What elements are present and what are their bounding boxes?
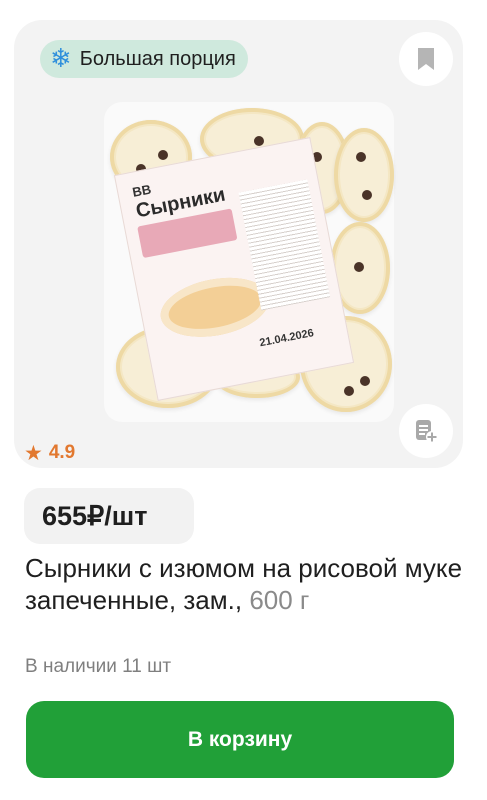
- promo-badge: ❄ Большая порция: [40, 40, 248, 78]
- product-weight: 600 г: [249, 585, 310, 615]
- product-image-card[interactable]: ❄ Большая порция BB Сырники 21.04.2026: [14, 20, 463, 468]
- shopping-list-add-icon: [416, 420, 438, 443]
- rating-value: 4.9: [48, 442, 76, 463]
- bookmark-icon: [418, 48, 434, 70]
- product-price: 655₽/шт: [24, 488, 194, 544]
- badge-label: Большая порция: [79, 47, 236, 70]
- stock-status: В наличии 11 шт: [25, 656, 172, 677]
- product-package-label: BB Сырники 21.04.2026: [113, 137, 355, 401]
- snowflake-icon: ❄: [50, 44, 72, 74]
- product-name: Сырники с изюмом на рисовой муке запечен…: [25, 553, 463, 615]
- package-date: 21.04.2026: [258, 327, 315, 350]
- product-photo: BB Сырники 21.04.2026: [104, 102, 394, 422]
- add-to-cart-button[interactable]: В корзину: [26, 701, 454, 778]
- product-title[interactable]: Сырники с изюмом на рисовой муке запечен…: [25, 552, 465, 616]
- product-rating[interactable]: ★ 4.9: [24, 442, 75, 464]
- bookmark-button[interactable]: [399, 32, 453, 86]
- add-to-list-button[interactable]: [399, 404, 453, 458]
- star-icon: ★: [24, 440, 43, 465]
